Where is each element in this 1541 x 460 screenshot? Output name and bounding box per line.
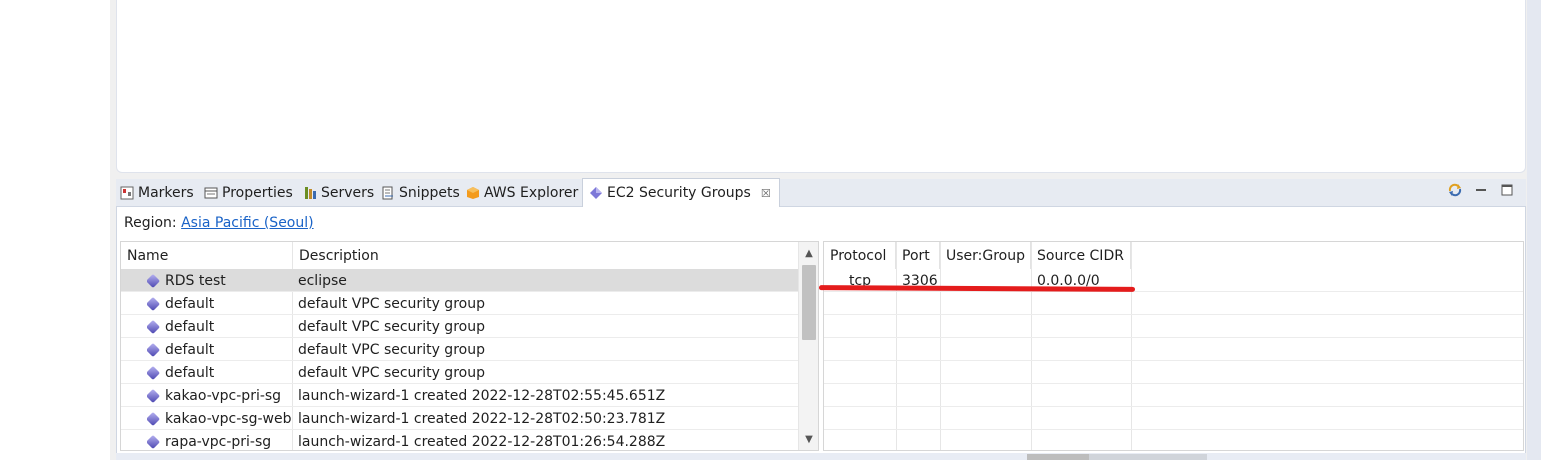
security-groups-table: Name Description RDS test eclipse defaul… (120, 241, 819, 451)
markers-icon (120, 186, 134, 200)
tab-ec2-security-groups[interactable]: EC2 Security Groups ☒ (582, 178, 780, 207)
security-group-icon (147, 298, 159, 310)
region-selector: Region: Asia Pacific (Seoul) (124, 215, 314, 231)
table-row[interactable]: default default VPC security group (121, 338, 799, 361)
security-groups-view: Region: Asia Pacific (Seoul) Name Descri… (116, 207, 1526, 453)
group-name: default (165, 295, 215, 312)
tab-markers[interactable]: Markers (120, 179, 194, 207)
tab-label: Snippets (399, 185, 460, 201)
group-name: default (165, 318, 215, 335)
column-header-description[interactable]: Description (293, 242, 799, 269)
scrollbar-thumb[interactable] (802, 265, 816, 340)
aws-explorer-icon (466, 186, 480, 200)
group-description: default VPC security group (298, 341, 485, 358)
permissions-table: Protocol Port User:Group Source CIDR tcp… (823, 241, 1524, 451)
table-row (824, 361, 1523, 384)
group-name: kakao-vpc-pri-sg (165, 387, 282, 404)
view-tab-bar: Markers Properties Servers Snippets AWS … (116, 178, 1526, 207)
close-icon[interactable]: ☒ (761, 187, 771, 200)
security-group-icon (147, 390, 159, 402)
security-group-icon (147, 321, 159, 333)
tab-label: Properties (222, 185, 293, 201)
region-link[interactable]: Asia Pacific (Seoul) (181, 215, 314, 231)
table-row (824, 315, 1523, 338)
tab-label: Markers (138, 185, 194, 201)
table-row[interactable]: kakao-vpc-sg-web launch-wizard-1 created… (121, 407, 799, 430)
tab-properties[interactable]: Properties (204, 179, 293, 207)
editor-area (116, 0, 1526, 173)
security-group-icon (147, 344, 159, 356)
column-header-source-cidr[interactable]: Source CIDR (1031, 242, 1131, 269)
tab-label: EC2 Security Groups (607, 185, 751, 201)
table-row[interactable]: default default VPC security group (121, 361, 799, 384)
view-controls (1448, 183, 1514, 197)
group-name: default (165, 341, 215, 358)
group-description: launch-wizard-1 created 2022-12-28T02:50… (298, 410, 666, 427)
column-header-user-group[interactable]: User:Group (940, 242, 1031, 269)
right-gutter (1527, 0, 1541, 460)
group-name: RDS test (165, 272, 226, 289)
minimize-icon[interactable] (1474, 183, 1488, 197)
tab-snippets[interactable]: Snippets (381, 179, 460, 207)
sync-icon[interactable] (1448, 183, 1462, 197)
table-row[interactable]: default default VPC security group (121, 315, 799, 338)
group-description: default VPC security group (298, 364, 485, 381)
bottom-edge (116, 453, 1526, 460)
horizontal-scrollbar[interactable] (1027, 454, 1207, 460)
group-description: launch-wizard-1 created 2022-12-28T01:26… (298, 433, 666, 450)
column-header-protocol[interactable]: Protocol (824, 242, 896, 269)
servers-icon (303, 186, 317, 200)
column-header-name[interactable]: Name (121, 242, 293, 269)
properties-icon (204, 186, 218, 200)
table-row (824, 407, 1523, 430)
group-name: kakao-vpc-sg-web (165, 410, 292, 427)
maximize-icon[interactable] (1500, 183, 1514, 197)
scroll-up-icon[interactable]: ▲ (799, 244, 818, 262)
group-name: rapa-vpc-pri-sg (165, 433, 272, 450)
table-row[interactable]: default default VPC security group (121, 292, 799, 315)
group-description: default VPC security group (298, 295, 485, 312)
column-header-port[interactable]: Port (896, 242, 940, 269)
table-row[interactable]: rapa-vpc-pri-sg launch-wizard-1 created … (121, 430, 799, 450)
security-group-icon (589, 186, 603, 200)
security-group-icon (147, 275, 159, 287)
security-group-icon (147, 436, 159, 448)
group-name: default (165, 364, 215, 381)
group-description: launch-wizard-1 created 2022-12-28T02:55… (298, 387, 666, 404)
snippets-icon (381, 186, 395, 200)
table-row (824, 430, 1523, 450)
scroll-down-icon[interactable]: ▼ (799, 430, 818, 448)
table-row (824, 384, 1523, 407)
security-group-icon (147, 413, 159, 425)
table-row[interactable]: RDS test eclipse (121, 269, 799, 292)
table-row[interactable]: kakao-vpc-pri-sg launch-wizard-1 created… (121, 384, 799, 407)
vertical-scrollbar[interactable]: ▲ ▼ (798, 242, 818, 450)
security-group-icon (147, 367, 159, 379)
table-row (824, 292, 1523, 315)
region-label: Region: (124, 215, 177, 231)
left-panel-area (0, 0, 110, 460)
table-row (824, 338, 1523, 361)
tab-label: AWS Explorer (484, 185, 579, 201)
tab-label: Servers (321, 185, 375, 201)
tab-servers[interactable]: Servers (303, 179, 374, 207)
tab-aws-explorer[interactable]: AWS Explorer (466, 179, 578, 207)
group-description: default VPC security group (298, 318, 485, 335)
group-description: eclipse (298, 272, 347, 289)
